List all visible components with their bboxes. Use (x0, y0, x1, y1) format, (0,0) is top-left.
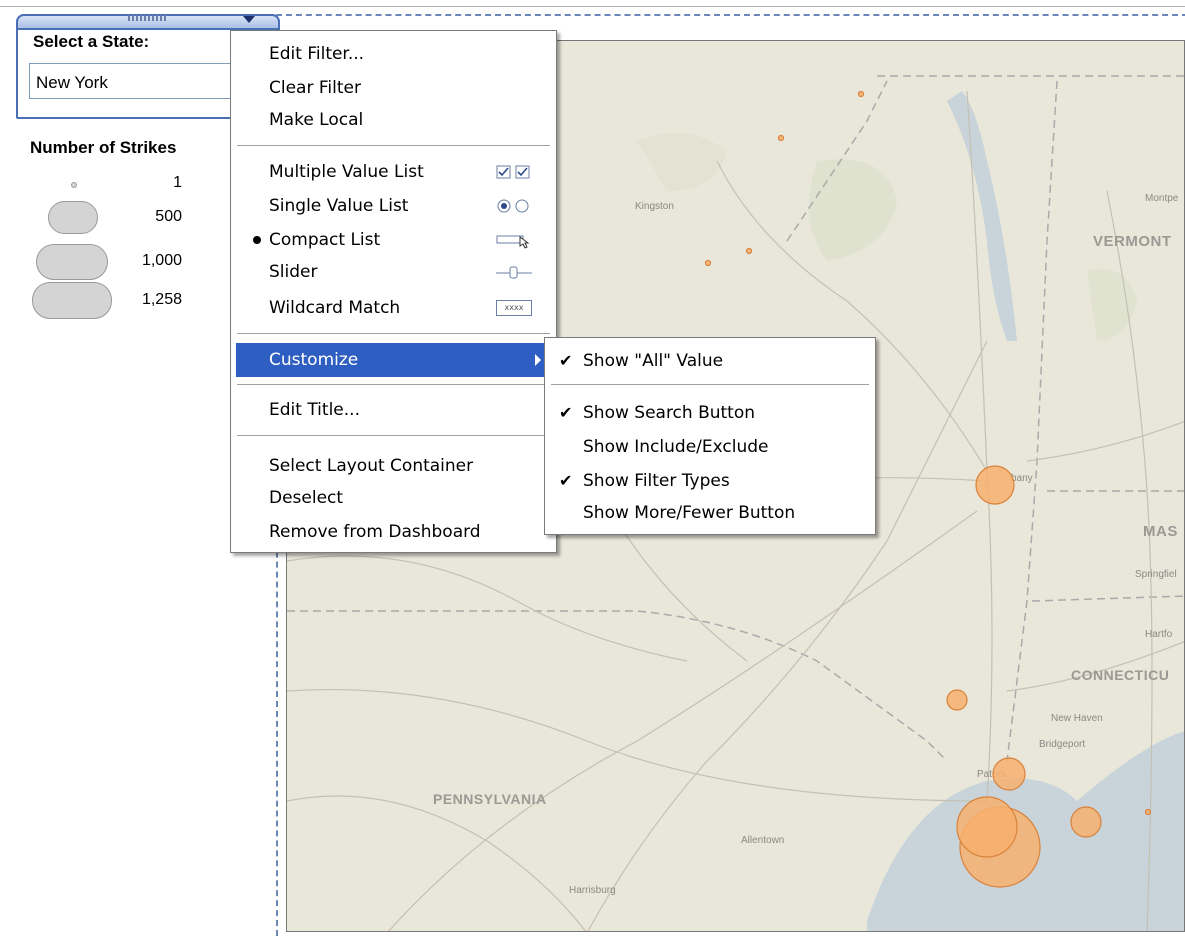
legend-value: 1,000 (141, 252, 182, 269)
menu-item-clear-filter[interactable]: Clear Filter (269, 73, 361, 103)
city-label-montpelier: Montpe (1145, 193, 1179, 204)
legend-value: 1,258 (141, 291, 182, 308)
legend-bubble-icon (71, 182, 77, 188)
slider-icon (496, 266, 532, 279)
menu-item-edit-filter[interactable]: Edit Filter... (269, 39, 364, 69)
menu-item-single-value-list[interactable]: Single Value List (269, 191, 544, 221)
forest-patch (1087, 269, 1137, 341)
submenu-arrow-icon (535, 354, 541, 366)
checkmark-icon: ✔ (559, 471, 573, 490)
border-line (1006, 80, 1058, 762)
radio-buttons-icon (497, 199, 529, 213)
submenu-item-show-search-button[interactable]: Show Search Button (583, 398, 755, 428)
menu-separator (237, 145, 550, 146)
menu-item-label: Single Value List (269, 196, 409, 216)
city-label-paterson: Paters (977, 769, 1006, 780)
menu-item-remove-from-dashboard[interactable]: Remove from Dashboard (269, 517, 481, 547)
menu-separator (551, 384, 869, 385)
menu-item-label: Slider (269, 262, 318, 282)
menu-item-deselect[interactable]: Deselect (269, 483, 343, 513)
filter-context-menu: Edit Filter... Clear Filter Make Local M… (230, 30, 557, 553)
multi-checkbox-icon (496, 165, 530, 179)
legend-value: 1 (173, 174, 182, 191)
legend-bubble-icon (32, 282, 112, 319)
chevron-down-icon[interactable] (243, 16, 255, 23)
submenu-item-show-more-fewer-button[interactable]: Show More/Fewer Button (583, 498, 795, 528)
city-label-springfield: Springfiel (1135, 569, 1177, 580)
forest-patch (637, 133, 727, 191)
menu-item-make-local[interactable]: Make Local (269, 105, 363, 135)
menu-item-wildcard-match[interactable]: Wildcard Match xxxx (269, 293, 544, 323)
submenu-item-show-filter-types[interactable]: Show Filter Types (583, 466, 730, 496)
menu-item-label: Wildcard Match (269, 298, 401, 318)
menu-item-customize[interactable]: Customize (236, 343, 551, 377)
border-line (1031, 595, 1184, 602)
legend-item: 1,258 (0, 282, 240, 319)
legend-value: 500 (155, 208, 182, 225)
state-label-massachusetts: MAS (1143, 523, 1178, 540)
state-compact-list[interactable]: New York (29, 63, 244, 99)
customize-submenu: ✔ Show "All" Value ✔ Show Search Button … (544, 337, 876, 535)
menu-item-label: Compact List (269, 230, 381, 250)
filter-title: Select a State: (33, 32, 150, 51)
city-label-hartford: Hartfo (1145, 629, 1173, 640)
checkmark-icon: ✔ (559, 351, 573, 370)
drag-grip-icon[interactable] (128, 15, 168, 21)
legend-bubble-icon (48, 201, 98, 234)
menu-item-multiple-value-list[interactable]: Multiple Value List (269, 157, 544, 187)
state-label-pennsylvania: PENNSYLVANIA (433, 791, 547, 807)
city-label-albany: bany (1011, 473, 1033, 484)
city-label-allentown: Allentown (741, 835, 785, 846)
border-line (287, 610, 948, 762)
state-label-connecticut: CONNECTICU (1071, 667, 1170, 683)
atlantic-ocean-shape (867, 731, 1184, 931)
menu-item-edit-title[interactable]: Edit Title... (269, 395, 360, 425)
window-top-edge (0, 0, 1185, 7)
menu-separator (237, 384, 550, 385)
menu-item-slider[interactable]: Slider (269, 257, 544, 287)
legend-title: Number of Strikes (30, 138, 177, 157)
menu-separator (237, 333, 550, 334)
city-label-new-haven: New Haven (1051, 713, 1103, 724)
menu-item-label: Multiple Value List (269, 162, 424, 182)
legend-bubble-icon (36, 244, 108, 280)
legend-item: 500 (0, 201, 240, 235)
city-label-harrisburg: Harrisburg (569, 885, 616, 896)
city-label-bridgeport: Bridgeport (1039, 739, 1086, 750)
menu-separator (237, 435, 550, 436)
state-label-vermont: VERMONT (1093, 233, 1172, 250)
menu-item-compact-list[interactable]: Compact List (269, 225, 544, 255)
compact-list-icon (496, 235, 530, 249)
forest-patch (809, 159, 897, 261)
submenu-item-show-include-exclude[interactable]: Show Include/Exclude (583, 432, 768, 462)
lake-champlain-shape (947, 91, 1017, 341)
checkmark-icon: ✔ (559, 403, 573, 422)
menu-item-label: Customize (269, 350, 359, 370)
legend-item: 1,000 (0, 244, 240, 280)
city-label-kingston: Kingston (635, 201, 674, 212)
selected-bullet-icon (253, 236, 261, 244)
menu-item-select-layout-container[interactable]: Select Layout Container (269, 451, 473, 481)
submenu-item-show-all-value[interactable]: Show "All" Value (583, 346, 723, 376)
wildcard-icon: xxxx (496, 300, 532, 316)
